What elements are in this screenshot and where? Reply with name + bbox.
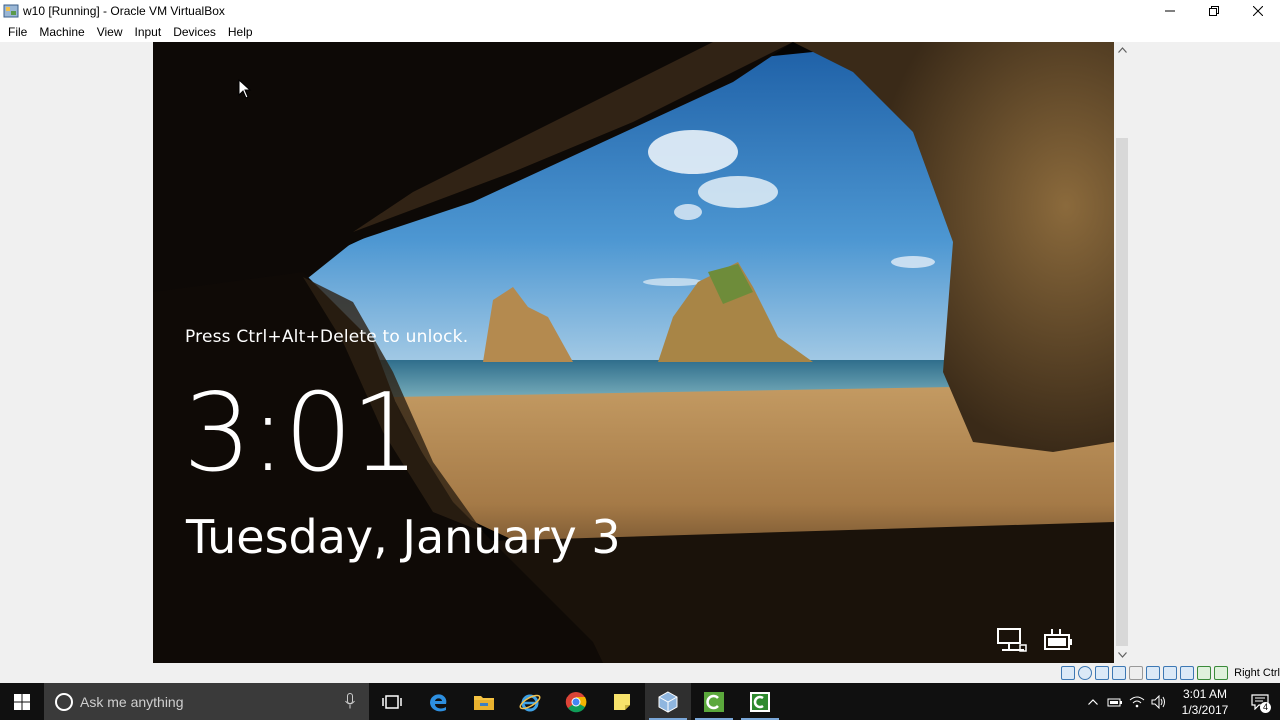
minimize-button[interactable] xyxy=(1148,0,1192,22)
sticky-notes-icon xyxy=(614,693,630,710)
video-capture-icon[interactable] xyxy=(1180,666,1195,680)
cpu-icon[interactable] xyxy=(1197,666,1212,680)
file-explorer-icon xyxy=(474,695,494,710)
display-icon[interactable] xyxy=(1163,666,1178,680)
taskbar-internet-explorer[interactable] xyxy=(507,683,553,720)
cortana-icon xyxy=(55,692,73,711)
taskbar-virtualbox[interactable] xyxy=(645,683,691,720)
notification-count-badge: 4 xyxy=(1260,702,1271,713)
system-tray: 3:01 AM 1/3/2017 4 xyxy=(1082,683,1280,720)
host-taskbar: Ask me anything 3:01 AM 1/3/2017 4 xyxy=(0,683,1280,720)
lockscreen-date: Tuesday, January 3 xyxy=(186,510,621,564)
chevron-up-icon xyxy=(1088,698,1098,705)
taskbar-sticky-notes[interactable] xyxy=(599,683,645,720)
power-tray-button[interactable] xyxy=(1104,683,1126,720)
taskbar-clock[interactable]: 3:01 AM 1/3/2017 xyxy=(1174,686,1236,718)
mouse-integration-icon[interactable] xyxy=(1214,666,1229,680)
internet-explorer-icon xyxy=(519,694,541,711)
microphone-icon[interactable] xyxy=(345,693,355,709)
menu-file[interactable]: File xyxy=(2,22,33,42)
lockscreen-time: 3:01 xyxy=(183,371,420,496)
virtualbox-app-icon xyxy=(3,4,19,18)
status-icons xyxy=(1061,666,1229,680)
usb-icon[interactable] xyxy=(1129,666,1144,680)
scroll-down-button[interactable] xyxy=(1114,647,1130,663)
chevron-up-icon xyxy=(1117,47,1127,53)
volume-icon xyxy=(1151,694,1165,709)
menu-devices[interactable]: Devices xyxy=(167,22,222,42)
unlock-message: Press Ctrl+Alt+Delete to unlock. xyxy=(185,327,469,347)
camtasia-recorder-icon xyxy=(750,691,770,712)
action-center-button[interactable]: 4 xyxy=(1240,683,1280,720)
vm-status-bar: Right Ctrl xyxy=(0,663,1280,683)
clock-date: 1/3/2017 xyxy=(1181,702,1229,717)
show-hidden-icons-button[interactable] xyxy=(1082,683,1104,720)
scrollbar-thumb[interactable] xyxy=(1116,138,1128,646)
taskbar-edge[interactable] xyxy=(415,683,461,720)
menu-input[interactable]: Input xyxy=(129,22,168,42)
window-controls xyxy=(1148,0,1280,22)
guest-screen[interactable]: Press Ctrl+Alt+Delete to unlock. 3:01 Tu… xyxy=(153,42,1114,663)
optical-drive-icon[interactable] xyxy=(1078,666,1093,680)
windows-logo-icon xyxy=(14,693,30,710)
volume-tray-button[interactable] xyxy=(1148,683,1170,720)
title-bar[interactable]: w10 [Running] - Oracle VM VirtualBox xyxy=(0,0,1280,22)
audio-icon[interactable] xyxy=(1095,666,1110,680)
taskbar-file-explorer[interactable] xyxy=(461,683,507,720)
vertical-scrollbar[interactable] xyxy=(1114,42,1130,663)
shared-folders-icon[interactable] xyxy=(1146,666,1161,680)
task-view-icon xyxy=(382,694,402,709)
virtualbox-icon xyxy=(658,690,678,713)
task-view-button[interactable] xyxy=(369,683,415,720)
network-icon[interactable] xyxy=(1112,666,1127,680)
menu-help[interactable]: Help xyxy=(222,22,259,42)
clock-time: 3:01 AM xyxy=(1182,686,1228,701)
scroll-up-button[interactable] xyxy=(1114,42,1130,58)
menu-machine[interactable]: Machine xyxy=(33,22,90,42)
camtasia-icon xyxy=(704,691,724,712)
menu-bar: File Machine View Input Devices Help xyxy=(0,22,1280,42)
minimize-icon xyxy=(1165,10,1175,12)
menu-view[interactable]: View xyxy=(91,22,129,42)
taskbar-chrome[interactable] xyxy=(553,683,599,720)
close-button[interactable] xyxy=(1236,0,1280,22)
edge-icon xyxy=(430,693,447,711)
chrome-icon xyxy=(565,691,587,712)
window-title: w10 [Running] - Oracle VM VirtualBox xyxy=(23,4,225,18)
chevron-down-icon xyxy=(1117,652,1127,658)
taskbar-camtasia-recorder[interactable] xyxy=(737,683,783,720)
battery-icon[interactable] xyxy=(1042,627,1074,655)
mouse-cursor xyxy=(238,79,252,99)
taskbar-camtasia[interactable] xyxy=(691,683,737,720)
wifi-tray-button[interactable] xyxy=(1126,683,1148,720)
start-button[interactable] xyxy=(0,683,44,720)
wifi-icon xyxy=(1129,696,1145,707)
search-placeholder: Ask me anything xyxy=(80,693,184,710)
network-icon[interactable] xyxy=(996,627,1028,655)
restore-button[interactable] xyxy=(1192,0,1236,22)
hard-disk-icon[interactable] xyxy=(1061,666,1076,680)
virtualbox-window: w10 [Running] - Oracle VM VirtualBox Fil… xyxy=(0,0,1280,720)
search-box[interactable]: Ask me anything xyxy=(44,683,369,720)
restore-icon xyxy=(1209,6,1219,16)
host-key-label: Right Ctrl xyxy=(1234,667,1280,679)
close-icon xyxy=(1253,6,1263,16)
lockscreen-status-icons xyxy=(996,627,1074,655)
lockscreen-background xyxy=(153,42,1114,663)
power-plug-icon xyxy=(1107,698,1122,706)
vm-display-area: Press Ctrl+Alt+Delete to unlock. 3:01 Tu… xyxy=(0,42,1280,663)
